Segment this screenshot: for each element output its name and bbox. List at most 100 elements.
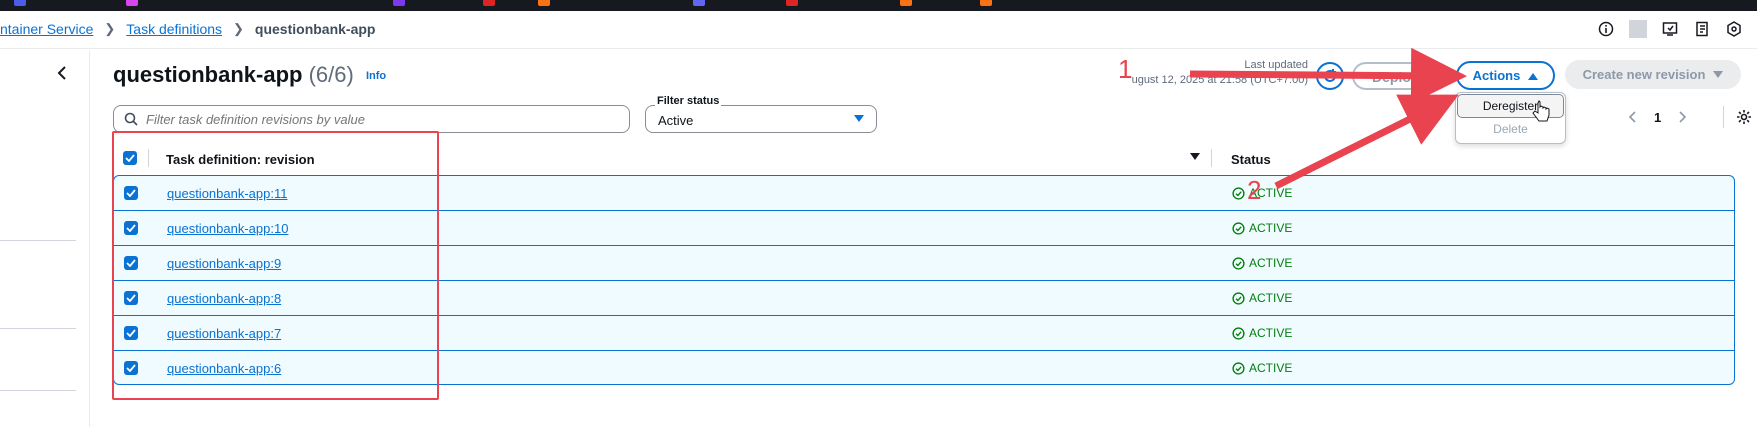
check-circle-icon bbox=[1232, 291, 1245, 305]
bookmark-icon[interactable] bbox=[786, 0, 798, 6]
table-header: Task definition: revision Status bbox=[113, 144, 1735, 172]
row-checkbox[interactable] bbox=[124, 256, 138, 270]
table-row[interactable]: questionbank-app:9 ACTIVE bbox=[113, 245, 1735, 280]
bookmark-icon[interactable] bbox=[900, 0, 912, 6]
status-text: ACTIVE bbox=[1249, 256, 1293, 270]
search-field[interactable] bbox=[113, 105, 630, 133]
status-badge: ACTIVE bbox=[1232, 291, 1292, 305]
column-header-status[interactable]: Status bbox=[1231, 152, 1271, 167]
notes-icon[interactable] bbox=[1693, 20, 1711, 38]
filter-status-label: Filter status bbox=[655, 95, 722, 107]
status-text: ACTIVE bbox=[1249, 221, 1293, 235]
table-row[interactable]: questionbank-app:11 ACTIVE bbox=[113, 175, 1735, 210]
row-checkbox[interactable] bbox=[124, 186, 138, 200]
filter-status-value: Active bbox=[658, 113, 694, 128]
next-page-icon[interactable] bbox=[1679, 111, 1687, 123]
task-definition-link[interactable]: questionbank-app:11 bbox=[167, 186, 287, 201]
status-text: ACTIVE bbox=[1249, 291, 1293, 305]
current-page[interactable]: 1 bbox=[1654, 110, 1661, 125]
menu-item-delete: Delete bbox=[1493, 122, 1528, 136]
bookmark-icon[interactable] bbox=[980, 0, 992, 6]
info-link[interactable]: Info bbox=[366, 70, 386, 82]
filter-status-select[interactable]: Active bbox=[645, 105, 877, 133]
task-definition-link[interactable]: questionbank-app:10 bbox=[167, 221, 288, 236]
page-title-text: questionbank-app bbox=[113, 62, 303, 87]
settings-hex-icon[interactable] bbox=[1725, 20, 1743, 38]
divider bbox=[1629, 20, 1647, 38]
divider bbox=[1211, 149, 1212, 167]
bookmark-icon[interactable] bbox=[14, 0, 26, 6]
last-updated-value: ugust 12, 2025 at 21:58 (UTC+7:00) bbox=[1131, 74, 1308, 86]
refresh-icon bbox=[1324, 69, 1336, 82]
info-icon[interactable] bbox=[1597, 20, 1615, 38]
divider bbox=[0, 328, 76, 329]
status-badge: ACTIVE bbox=[1232, 186, 1292, 200]
actions-button[interactable]: Actions bbox=[1456, 61, 1555, 90]
create-new-revision-button: Create new revision bbox=[1565, 60, 1741, 89]
divider bbox=[148, 149, 149, 167]
task-definition-link[interactable]: questionbank-app:7 bbox=[167, 326, 281, 341]
status-badge: ACTIVE bbox=[1232, 256, 1292, 270]
page-title: questionbank-app (6/6) Info bbox=[113, 62, 386, 88]
side-navigation bbox=[0, 50, 90, 427]
caret-up-icon bbox=[1528, 72, 1539, 80]
check-circle-icon bbox=[1232, 221, 1245, 235]
menu-item-deregister[interactable]: Deregister bbox=[1457, 94, 1564, 118]
prev-page-icon[interactable] bbox=[1628, 111, 1636, 123]
check-circle-icon bbox=[1232, 186, 1245, 200]
deploy-button[interactable]: Deploy bbox=[1352, 62, 1436, 90]
divider bbox=[0, 240, 76, 241]
row-checkbox[interactable] bbox=[124, 361, 138, 375]
breadcrumb-item-task-definitions[interactable]: Task definitions bbox=[126, 21, 222, 37]
row-checkbox[interactable] bbox=[124, 291, 138, 305]
bookmark-icon[interactable] bbox=[693, 0, 705, 6]
table-row[interactable]: questionbank-app:8 ACTIVE bbox=[113, 280, 1735, 315]
task-definition-link[interactable]: questionbank-app:9 bbox=[167, 256, 281, 271]
bookmark-icon[interactable] bbox=[393, 0, 405, 6]
column-header-revision[interactable]: Task definition: revision bbox=[166, 152, 315, 167]
status-text: ACTIVE bbox=[1249, 361, 1293, 375]
check-circle-icon bbox=[1232, 326, 1245, 340]
table-body: questionbank-app:11 ACTIVE questionbank-… bbox=[113, 175, 1735, 385]
bookmark-icon[interactable] bbox=[538, 0, 550, 6]
last-updated-label: Last updated bbox=[1244, 59, 1308, 71]
gear-icon bbox=[1737, 110, 1752, 124]
breadcrumb-item-current: questionbank-app bbox=[254, 21, 376, 37]
collapse-nav-icon[interactable] bbox=[56, 66, 68, 85]
pagination: 1 bbox=[1628, 106, 1752, 128]
row-checkbox[interactable] bbox=[124, 221, 138, 235]
caret-down-icon bbox=[1713, 70, 1724, 78]
bookmark-icon[interactable] bbox=[126, 0, 138, 6]
breadcrumb-bar: ntainer Service ❯ Task definitions ❯ que… bbox=[0, 11, 1757, 49]
search-icon bbox=[124, 112, 138, 126]
utility-icons bbox=[1597, 20, 1743, 38]
sort-descending-icon[interactable] bbox=[1190, 153, 1200, 161]
annotation-step-1: 1 bbox=[1118, 54, 1133, 84]
status-badge: ACTIVE bbox=[1232, 361, 1292, 375]
annotation-step-2: 2 bbox=[1247, 175, 1262, 205]
breadcrumb: ntainer Service ❯ Task definitions ❯ que… bbox=[0, 21, 375, 37]
task-definition-link[interactable]: questionbank-app:6 bbox=[167, 361, 281, 376]
browser-bookmark-strip bbox=[0, 0, 1757, 11]
refresh-button[interactable] bbox=[1316, 62, 1344, 90]
chevron-right-icon: ❯ bbox=[233, 21, 244, 36]
select-all-checkbox[interactable] bbox=[123, 151, 137, 165]
last-updated: Last updated ugust 12, 2025 at 21:58 (UT… bbox=[1128, 58, 1308, 88]
table-row[interactable]: questionbank-app:7 ACTIVE bbox=[113, 315, 1735, 350]
selection-count: (6/6) bbox=[308, 62, 354, 87]
actions-button-label: Actions bbox=[1472, 68, 1521, 83]
chevron-right-icon: ❯ bbox=[104, 21, 116, 36]
row-checkbox[interactable] bbox=[124, 326, 138, 340]
task-definition-link[interactable]: questionbank-app:8 bbox=[167, 291, 281, 306]
table-row[interactable]: questionbank-app:6 ACTIVE bbox=[113, 350, 1735, 385]
create-new-revision-label: Create new revision bbox=[1582, 67, 1706, 82]
table-preferences-button[interactable] bbox=[1723, 106, 1752, 128]
check-circle-icon bbox=[1232, 361, 1245, 375]
feedback-icon[interactable] bbox=[1661, 20, 1679, 38]
caret-down-icon bbox=[854, 115, 864, 122]
bookmark-icon[interactable] bbox=[483, 0, 495, 6]
table-row[interactable]: questionbank-app:10 ACTIVE bbox=[113, 210, 1735, 245]
search-input[interactable] bbox=[146, 111, 606, 127]
breadcrumb-item-service[interactable]: ntainer Service bbox=[0, 21, 93, 37]
check-circle-icon bbox=[1232, 256, 1245, 270]
